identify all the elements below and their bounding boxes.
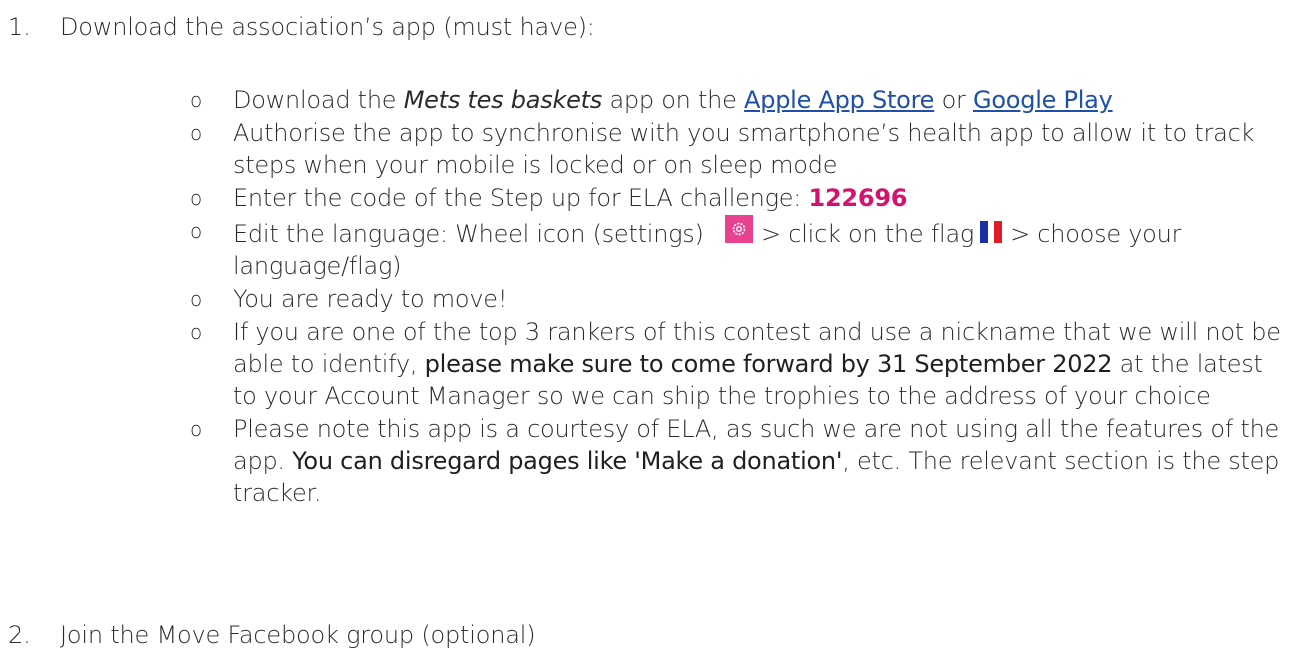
app-name: Mets tes baskets <box>403 86 603 114</box>
french-flag-icon <box>980 221 1003 243</box>
list-item-top3: o If you are one of the top 3 rankers of… <box>188 316 1293 412</box>
bullet-icon: o <box>190 417 202 441</box>
item-text: Edit the language: Wheel icon (settings) <box>233 220 712 248</box>
bullet-icon: o <box>190 88 202 112</box>
list-item-language: o Edit the language: Wheel icon (setting… <box>188 215 1293 282</box>
bullet-icon: o <box>190 320 202 344</box>
bullet-icon: o <box>190 219 202 243</box>
item-text: Authorise the app to synchronise with yo… <box>233 119 1255 179</box>
list-item-download: o Download the Mets tes baskets app on t… <box>188 84 1293 116</box>
list-item-code: o Enter the code of the Step up for ELA … <box>188 182 1293 214</box>
step-2-heading: 2. Join the Move Facebook group (optiona… <box>8 620 536 650</box>
item-text: or <box>934 86 974 114</box>
apple-app-store-link[interactable]: Apple App Store <box>744 86 934 114</box>
list-item-ready: o You are ready to move! <box>188 283 1293 315</box>
step-text: Download the association’s app (must hav… <box>60 13 595 41</box>
challenge-code: 122696 <box>808 184 908 212</box>
disregard-emphasis: You can disregard pages like 'Make a don… <box>292 447 843 475</box>
list-item-note: o Please note this app is a courtesy of … <box>188 413 1293 509</box>
item-text: You are ready to move! <box>233 285 508 313</box>
item-text: Download the <box>233 86 404 114</box>
step-number: 1. <box>8 13 31 41</box>
step-number: 2. <box>8 621 31 649</box>
item-text: app on the <box>602 86 745 114</box>
bullet-icon: o <box>190 121 202 145</box>
step-1-heading: 1. Download the association’s app (must … <box>8 12 595 42</box>
step-text: Join the Move Facebook group (optional) <box>60 621 536 649</box>
bullet-icon: o <box>190 287 202 311</box>
item-text: Enter the code of the Step up for ELA ch… <box>233 184 809 212</box>
google-play-link[interactable]: Google Play <box>973 86 1113 114</box>
item-text: > click on the flag <box>761 220 975 248</box>
step-1-instructions-list: o Download the Mets tes baskets app on t… <box>188 84 1293 510</box>
bullet-icon: o <box>190 186 202 210</box>
list-item-authorise: o Authorise the app to synchronise with … <box>188 117 1293 181</box>
settings-gear-icon <box>725 215 754 243</box>
deadline-emphasis: please make sure to come forward by 31 S… <box>424 350 1113 378</box>
